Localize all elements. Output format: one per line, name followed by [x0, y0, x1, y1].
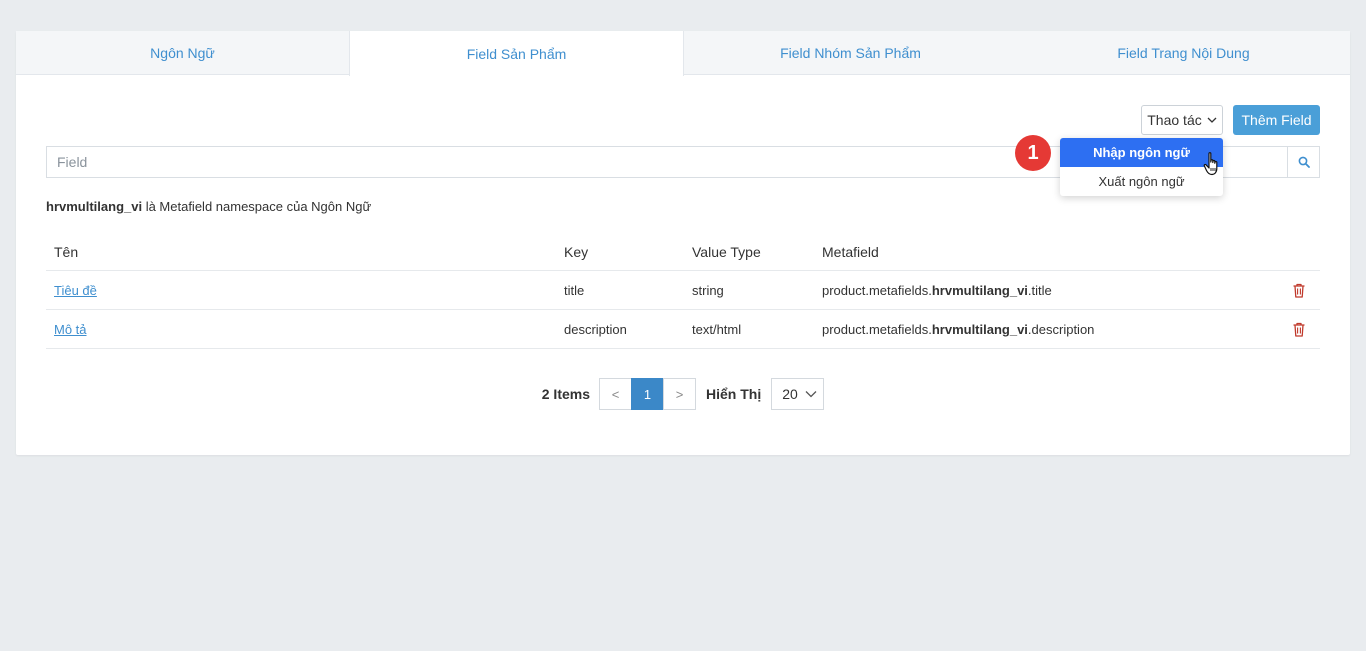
search-icon — [1298, 156, 1310, 168]
page-buttons: < 1 > — [599, 378, 696, 410]
tab-ngon-ngu[interactable]: Ngôn Ngữ — [16, 31, 349, 74]
field-link-tieu-de[interactable]: Tiêu đề — [54, 283, 97, 298]
metafield-prefix: product.metafields. — [822, 282, 932, 298]
tab-field-trang-noi-dung[interactable]: Field Trang Nội Dung — [1017, 31, 1350, 74]
menu-item-import-language[interactable]: Nhập ngôn ngữ — [1060, 138, 1223, 167]
namespace-text: là Metafield namespace của Ngôn Ngữ — [142, 199, 372, 214]
namespace-note: hrvmultilang_vi là Metafield namespace c… — [46, 199, 371, 214]
cell-actions — [1274, 283, 1320, 298]
trash-icon[interactable] — [1292, 283, 1306, 298]
field-link-mo-ta[interactable]: Mô tả — [54, 322, 87, 337]
cell-metafield: product.metafields.hrvmultilang_vi.descr… — [814, 322, 1274, 337]
item-count: 2 Items — [541, 386, 590, 402]
header-metafield: Metafield — [822, 243, 879, 260]
tab-bar: Ngôn Ngữ Field Sản Phẩm Field Nhóm Sản P… — [16, 31, 1350, 76]
metafield-suffix: .description — [1027, 321, 1095, 337]
cell-actions — [1274, 322, 1320, 337]
actions-label: Thao tác — [1147, 112, 1202, 128]
table-header: Tên Key Value Type Metafield — [46, 233, 1320, 271]
search-button[interactable] — [1287, 146, 1320, 178]
header-key: Key — [564, 243, 589, 260]
metafield-namespace: hrvmultilang_vi — [931, 282, 1028, 298]
cell-value-type: text/html — [692, 321, 742, 337]
page-size-value: 20 — [782, 386, 798, 402]
add-field-button[interactable]: Thêm Field — [1233, 105, 1320, 135]
chevron-down-icon — [805, 391, 817, 398]
tab-field-nhom-san-pham[interactable]: Field Nhóm Sản Phẩm — [684, 31, 1017, 74]
tab-field-san-pham[interactable]: Field Sản Phẩm — [349, 31, 684, 76]
cell-metafield: product.metafields.hrvmultilang_vi.title — [814, 283, 1274, 298]
menu-item-export-language[interactable]: Xuất ngôn ngữ — [1060, 167, 1223, 196]
cell-value-type: string — [692, 282, 724, 298]
prev-page-button[interactable]: < — [599, 378, 632, 410]
step-badge: 1 — [1015, 135, 1051, 171]
metafield-namespace: hrvmultilang_vi — [931, 321, 1028, 337]
hand-cursor-icon — [1203, 152, 1218, 176]
table-row: Mô tả description text/html product.meta… — [46, 310, 1320, 349]
content-card: Ngôn Ngữ Field Sản Phẩm Field Nhóm Sản P… — [16, 31, 1350, 455]
trash-icon[interactable] — [1292, 322, 1306, 337]
metafield-prefix: product.metafields. — [822, 321, 932, 337]
metafield-suffix: .title — [1027, 282, 1052, 298]
chevron-down-icon — [1207, 117, 1217, 123]
cell-name: Mô tả — [46, 322, 556, 337]
cell-key: description — [564, 321, 627, 337]
header-name: Tên — [54, 243, 79, 260]
header-value-type: Value Type — [692, 243, 761, 260]
page-size-select[interactable]: 20 — [771, 378, 825, 410]
cell-name: Tiêu đề — [46, 283, 556, 298]
cell-key: title — [564, 282, 585, 298]
namespace-name: hrvmultilang_vi — [46, 199, 143, 214]
pagination: 2 Items < 1 > Hiển Thị 20 — [16, 378, 1350, 410]
next-page-button[interactable]: > — [663, 378, 696, 410]
actions-dropdown-button[interactable]: Thao tác — [1141, 105, 1223, 135]
fields-table: Tên Key Value Type Metafield Tiêu đề tit… — [46, 233, 1320, 349]
page-1-button[interactable]: 1 — [631, 378, 664, 410]
table-row: Tiêu đề title string product.metafields.… — [46, 271, 1320, 310]
page-size-label: Hiển Thị — [706, 386, 762, 402]
actions-dropdown-menu: Nhập ngôn ngữ Xuất ngôn ngữ — [1060, 138, 1223, 196]
